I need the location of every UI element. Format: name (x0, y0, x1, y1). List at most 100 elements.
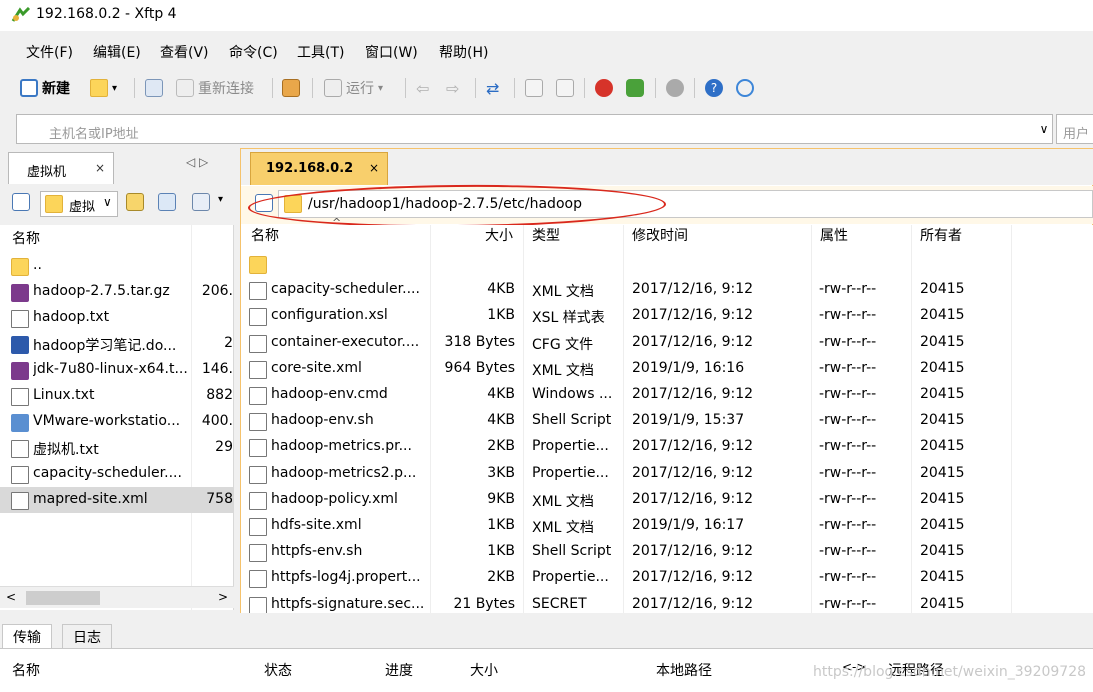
list-item[interactable]: Linux.txt 882 (0, 383, 233, 409)
list-item[interactable]: jdk-7u80-linux-x64.t... 146. (0, 357, 233, 383)
xftp-button[interactable] (626, 78, 644, 98)
tab-log[interactable]: 日志 (62, 624, 112, 648)
paste-button[interactable] (556, 78, 574, 98)
list-item[interactable]: hadoop.txt (0, 305, 233, 331)
column-header-modified[interactable]: 修改时间 (632, 225, 688, 249)
column-header-type[interactable]: 类型 (532, 225, 560, 249)
transfer-header-local-path[interactable]: 本地路径 (656, 660, 712, 680)
file-size: 21 Bytes (453, 595, 515, 612)
column-header-attributes[interactable]: 属性 (820, 225, 848, 249)
feedback-button[interactable] (736, 78, 754, 98)
tab-local-vm[interactable]: 虚拟机 × (8, 152, 114, 184)
file-modified: 2019/1/9, 16:17 (632, 517, 745, 533)
file-attributes: -rw-r--r-- (819, 281, 877, 298)
list-item[interactable]: hadoop学习笔记.do... 2 (0, 331, 233, 357)
settings-button[interactable] (666, 78, 684, 98)
menu-view[interactable]: 查看(V) (160, 42, 209, 62)
menu-file[interactable]: 文件(F) (26, 42, 73, 62)
scrollbar-thumb[interactable] (26, 591, 100, 605)
table-row[interactable]: capacity-scheduler.... 4KB XML 文档 2017/12/1… (241, 277, 1093, 303)
word-document-icon (11, 336, 29, 354)
properties-button[interactable] (282, 78, 300, 98)
file-name: httpfs-log4j.propert... (271, 569, 421, 586)
file-owner: 20415 (920, 386, 965, 402)
menu-command[interactable]: 命令(C) (229, 42, 278, 62)
file-name: mapred-site.xml (33, 491, 148, 507)
column-header-name[interactable]: 名称 (12, 228, 40, 248)
table-row[interactable]: hdfs-site.xml 1KB XML 文档 2019/1/9, 16:17 -rw… (241, 513, 1093, 539)
forward-arrow-icon: ⇨ (446, 78, 460, 98)
close-icon[interactable]: × (95, 161, 105, 175)
run-button[interactable]: 运行 ▾ (324, 78, 383, 98)
file-name: container-executor.... (271, 333, 420, 350)
transfer-button[interactable]: ⇄ (486, 78, 499, 98)
column-header-name[interactable]: 名称 (251, 225, 279, 249)
table-row[interactable] (241, 251, 1093, 277)
file-size: 206. (201, 283, 233, 299)
table-row[interactable]: core-site.xml 964 Bytes XML 文档 2019/1/9, 16… (241, 356, 1093, 382)
panel-toggle-icon[interactable] (12, 193, 30, 211)
list-item[interactable]: .. (0, 253, 233, 279)
menu-edit[interactable]: 编辑(E) (93, 42, 141, 62)
table-row[interactable]: hadoop-env.sh 4KB Shell Script 2019/1/9, 15… (241, 408, 1093, 434)
watermark: https://blog.csdn.net/weixin_39209728 (813, 664, 1087, 680)
connect-button[interactable] (145, 78, 163, 98)
transfer-header-size[interactable]: 大小 (470, 660, 498, 680)
list-item[interactable]: VMware-workstatio... 400. (0, 409, 233, 435)
file-size: 2KB (487, 569, 515, 586)
new-session-button[interactable]: 新建 (20, 78, 70, 98)
table-row[interactable]: httpfs-log4j.propert... 2KB Propertie... 20… (241, 565, 1093, 591)
view-mode-icon[interactable] (192, 193, 210, 211)
list-item[interactable]: mapred-site.xml 758 (0, 487, 233, 513)
file-type: XSL 样式表 (532, 310, 605, 327)
table-row[interactable]: hadoop-policy.xml 9KB XML 文档 2017/12/16, 9:… (241, 487, 1093, 513)
table-row[interactable]: configuration.xsl 1KB XSL 样式表 2017/12/16, 9… (241, 303, 1093, 329)
list-item[interactable]: hadoop-2.7.5.tar.gz 206. (0, 279, 233, 305)
gear-icon (666, 79, 684, 97)
file-name: hdfs-site.xml (271, 517, 362, 533)
file-owner: 20415 (920, 569, 965, 586)
menu-window[interactable]: 窗口(W) (365, 42, 418, 62)
reconnect-button-label: 重新连接 (198, 81, 254, 97)
copy-button[interactable] (525, 78, 543, 98)
table-row[interactable]: hadoop-metrics.pr... 2KB Propertie... 2017/… (241, 434, 1093, 460)
close-icon[interactable]: × (369, 161, 379, 175)
local-path-dropdown[interactable]: 虚拟 ∨ (40, 191, 118, 217)
transfer-header-progress[interactable]: 进度 (385, 660, 413, 680)
help-button[interactable]: ? (705, 78, 723, 98)
transfer-header-name[interactable]: 名称 (12, 660, 40, 680)
table-row[interactable]: hadoop-env.cmd 4KB Windows ... 2017/12/16, … (241, 382, 1093, 408)
host-address-input[interactable]: 主机名或IP地址 (16, 114, 1053, 144)
list-item[interactable]: capacity-scheduler.... (0, 461, 233, 487)
terminal-button[interactable] (595, 78, 613, 98)
table-row[interactable]: hadoop-metrics2.p... 3KB Propertie... 2017/… (241, 461, 1093, 487)
username-input[interactable]: 用户 (1056, 114, 1093, 144)
reconnect-button[interactable]: 重新连接 (176, 78, 254, 98)
menu-help[interactable]: 帮助(H) (439, 42, 488, 62)
list-item[interactable]: 虚拟机.txt 29 (0, 435, 233, 461)
new-button-label: 新建 (42, 81, 70, 97)
scroll-left-icon[interactable]: < (6, 590, 16, 604)
scroll-right-icon[interactable]: > (218, 590, 228, 604)
parent-folder-icon[interactable] (126, 193, 144, 211)
forward-button[interactable]: ⇨ (446, 78, 459, 98)
table-row[interactable]: httpfs-env.sh 1KB Shell Script 2017/12/16, … (241, 539, 1093, 565)
transfer-header-status[interactable]: 状态 (264, 660, 292, 680)
column-header-owner[interactable]: 所有者 (920, 225, 962, 249)
config-file-icon (249, 544, 267, 563)
dropdown-arrow-icon[interactable]: ▾ (218, 194, 223, 205)
menu-tools[interactable]: 工具(T) (297, 42, 344, 62)
open-folder-button[interactable]: ▾ (90, 78, 117, 98)
file-size: 400. (201, 413, 233, 429)
refresh-icon[interactable] (158, 193, 176, 211)
chevron-down-icon[interactable]: ∨ (1034, 118, 1054, 140)
tab-remote-session[interactable]: 192.168.0.2 × (250, 152, 388, 185)
column-header-size[interactable]: 大小 (485, 225, 513, 249)
back-button[interactable]: ⇦ (416, 78, 429, 98)
horizontal-scrollbar[interactable]: < > (0, 586, 234, 608)
table-row[interactable]: container-executor.... 318 Bytes CFG 文件 201… (241, 330, 1093, 356)
tab-scroll-arrows[interactable]: ◁ ▷ (186, 155, 226, 169)
reconnect-icon (176, 79, 194, 97)
table-row[interactable]: httpfs-signature.sec... 21 Bytes SECRET 201… (241, 592, 1093, 613)
tab-transfer[interactable]: 传输 (2, 624, 52, 648)
